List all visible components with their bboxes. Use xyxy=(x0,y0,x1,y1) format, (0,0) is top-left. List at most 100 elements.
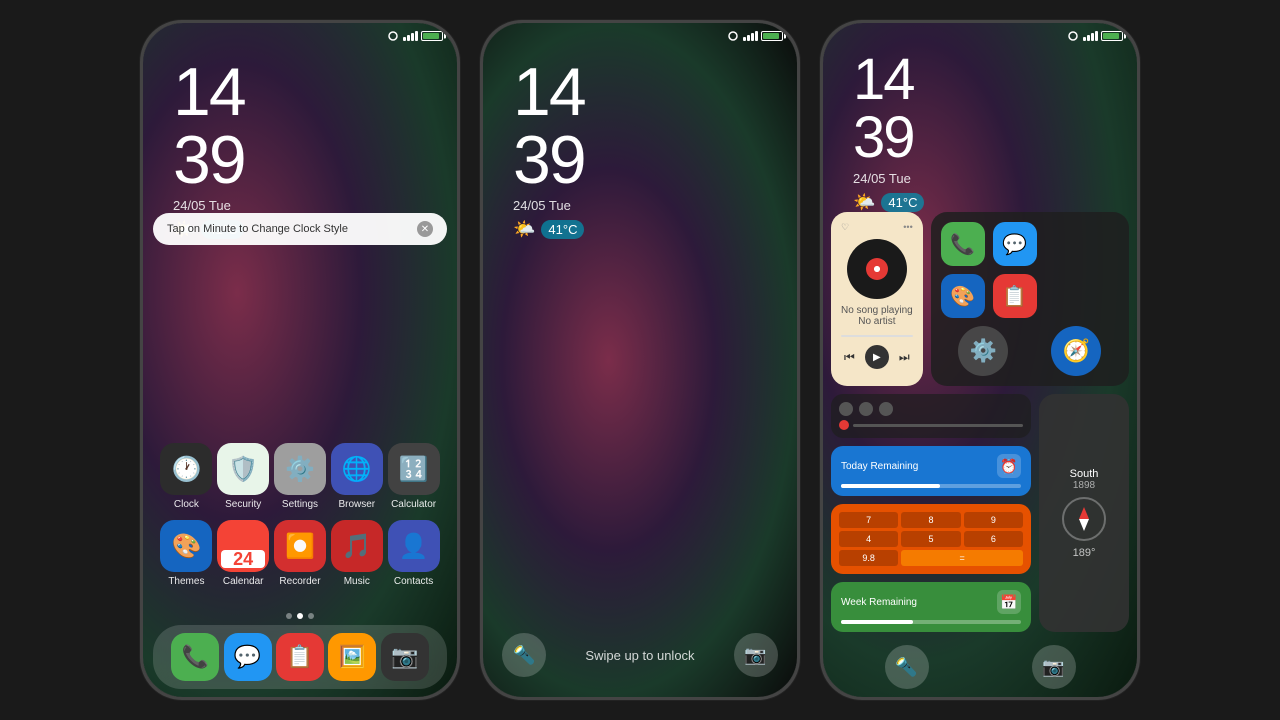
app-security[interactable]: 🛡️ Security xyxy=(217,443,269,510)
calendar-app-icon: 24 xyxy=(217,520,269,572)
signal-icon-2 xyxy=(743,31,758,41)
music-widget[interactable]: ♡ ••• No song playing No artist xyxy=(831,212,923,386)
volume-down-button[interactable] xyxy=(140,163,142,193)
app-recorder[interactable]: ⏺️ Recorder xyxy=(274,520,326,587)
vinyl-center xyxy=(866,258,888,280)
volume-up-button-3[interactable] xyxy=(820,123,822,153)
camera-quick-button[interactable]: 📷 xyxy=(734,633,778,677)
dock-gallery[interactable]: 🖼️ xyxy=(328,633,376,681)
app-calculator[interactable]: 🔢 Calculator xyxy=(388,443,440,510)
settings-app-icon: ⚙️ xyxy=(274,443,326,495)
dock-phone[interactable]: 📞 xyxy=(171,633,219,681)
app-calendar[interactable]: 24 Calendar xyxy=(217,520,269,587)
red-dot-icon xyxy=(839,420,849,430)
dot-2[interactable] xyxy=(297,613,303,619)
volume-down-button-3[interactable] xyxy=(820,163,822,193)
vinyl-hole xyxy=(874,266,880,272)
status-icons xyxy=(386,31,443,41)
app-themes[interactable]: 🎨 Themes xyxy=(160,520,212,587)
calc-btn-5[interactable]: 5 xyxy=(901,531,960,547)
widget-notes-icon[interactable]: 📋 xyxy=(993,274,1037,318)
app-clock[interactable]: 🕐 Clock xyxy=(160,443,212,510)
dock-notes[interactable]: 📋 xyxy=(276,633,324,681)
settings-widget-btn[interactable]: ⚙️ xyxy=(958,326,1008,376)
recording-icon xyxy=(386,31,400,41)
widget-messages-icon[interactable]: 💬 xyxy=(993,222,1037,266)
today-widget-label: Today Remaining xyxy=(841,461,918,472)
today-widget[interactable]: Today Remaining ⏰ xyxy=(831,446,1031,496)
dot-icon-2 xyxy=(859,402,873,416)
calc-btn-8[interactable]: 8 xyxy=(901,512,960,528)
power-button-3[interactable] xyxy=(1138,143,1140,183)
music-dots-icon: ••• xyxy=(903,222,912,233)
app-browser[interactable]: 🌐 Browser xyxy=(331,443,383,510)
clock-app-label: Clock xyxy=(174,499,199,510)
calc-btn-4[interactable]: 4 xyxy=(839,531,898,547)
power-button[interactable] xyxy=(458,143,460,183)
battery-fill-2 xyxy=(763,33,779,39)
widget-row-2: Today Remaining ⏰ 7 8 9 4 xyxy=(831,394,1129,632)
dock-messages[interactable]: 💬 xyxy=(224,633,272,681)
widget-flashlight-btn[interactable]: 🔦 xyxy=(885,645,929,689)
music-heart-icon: ♡ xyxy=(841,222,849,233)
widget-screen-dock: 🔦 📷 xyxy=(833,645,1127,689)
browser-app-label: Browser xyxy=(338,499,375,510)
app-settings[interactable]: ⚙️ Settings xyxy=(274,443,326,510)
calc-btn-equals[interactable]: = xyxy=(901,550,1023,566)
needle-top xyxy=(1079,507,1089,519)
direction-widget-btn[interactable]: 🧭 xyxy=(1051,326,1101,376)
themes-app-label: Themes xyxy=(168,576,204,587)
prev-button[interactable]: ⏮ xyxy=(844,350,855,365)
app-grid: 🕐 Clock 🛡️ Security ⚙️ Settings 🌐 Browse… xyxy=(143,443,457,597)
app-music[interactable]: 🎵 Music xyxy=(331,520,383,587)
calculator-widget[interactable]: 7 8 9 4 5 6 9.8 = xyxy=(831,504,1031,574)
today-progress-bar xyxy=(841,484,1021,488)
flashlight-button[interactable]: 🔦 xyxy=(502,633,546,677)
contacts-app-icon: 👤 xyxy=(388,520,440,572)
misc-widget-row1 xyxy=(839,402,1023,416)
calc-btn-9[interactable]: 9 xyxy=(964,512,1023,528)
signal-bar-3-2 xyxy=(751,33,754,41)
status-icons-3 xyxy=(1066,31,1123,41)
recording-icon-2 xyxy=(726,31,740,41)
vinyl-record xyxy=(847,239,907,299)
week-widget-content: Week Remaining 📅 xyxy=(841,590,1021,614)
next-button[interactable]: ⏭ xyxy=(899,350,910,365)
lock-clock-hour: 14 xyxy=(513,58,585,126)
toast-close-button[interactable]: ✕ xyxy=(417,221,433,237)
dot-3[interactable] xyxy=(308,613,314,619)
signal-bar-4-2 xyxy=(755,31,758,41)
widget-camera-btn[interactable]: 📷 xyxy=(1032,645,1076,689)
south-label: South xyxy=(1070,468,1099,480)
calc-btn-6[interactable]: 6 xyxy=(964,531,1023,547)
clock-date: 24/05 Tue xyxy=(173,198,245,213)
volume-up-button[interactable] xyxy=(140,123,142,153)
lock-weather: 🌤️ 41°C xyxy=(513,219,585,240)
apps-widget-row3: ⚙️ 🧭 xyxy=(941,326,1119,376)
lock-weather-icon: 🌤️ xyxy=(513,219,535,240)
battery-icon-3 xyxy=(1101,31,1123,41)
status-bar xyxy=(143,31,457,41)
status-icons-2 xyxy=(726,31,783,41)
volume-up-button-2[interactable] xyxy=(480,123,482,153)
recording-icon-3 xyxy=(1066,31,1080,41)
week-widget[interactable]: Week Remaining 📅 xyxy=(831,582,1031,632)
today-clock-icon: ⏰ xyxy=(997,454,1021,478)
compass-widget xyxy=(1062,497,1106,541)
music-title: No song playing xyxy=(841,305,913,316)
app-contacts[interactable]: 👤 Contacts xyxy=(388,520,440,587)
widget-themes-icon[interactable]: 🎨 xyxy=(941,274,985,318)
week-widget-label: Week Remaining xyxy=(841,597,917,608)
small-widgets-col: Today Remaining ⏰ 7 8 9 4 xyxy=(831,394,1031,632)
volume-down-button-2[interactable] xyxy=(480,163,482,193)
play-button[interactable]: ▶ xyxy=(865,345,889,369)
dot-1[interactable] xyxy=(286,613,292,619)
power-button-2[interactable] xyxy=(798,143,800,183)
widget-phone-icon[interactable]: 📞 xyxy=(941,222,985,266)
apps-widget: 📞 💬 🎨 📋 ⚙️ 🧭 xyxy=(931,212,1129,386)
south-widget[interactable]: South 1898 189° xyxy=(1039,394,1129,632)
dock-camera[interactable]: 📷 xyxy=(381,633,429,681)
signal-bar-1 xyxy=(403,37,406,41)
calc-btn-7[interactable]: 7 xyxy=(839,512,898,528)
today-widget-content: Today Remaining ⏰ xyxy=(841,454,1021,478)
